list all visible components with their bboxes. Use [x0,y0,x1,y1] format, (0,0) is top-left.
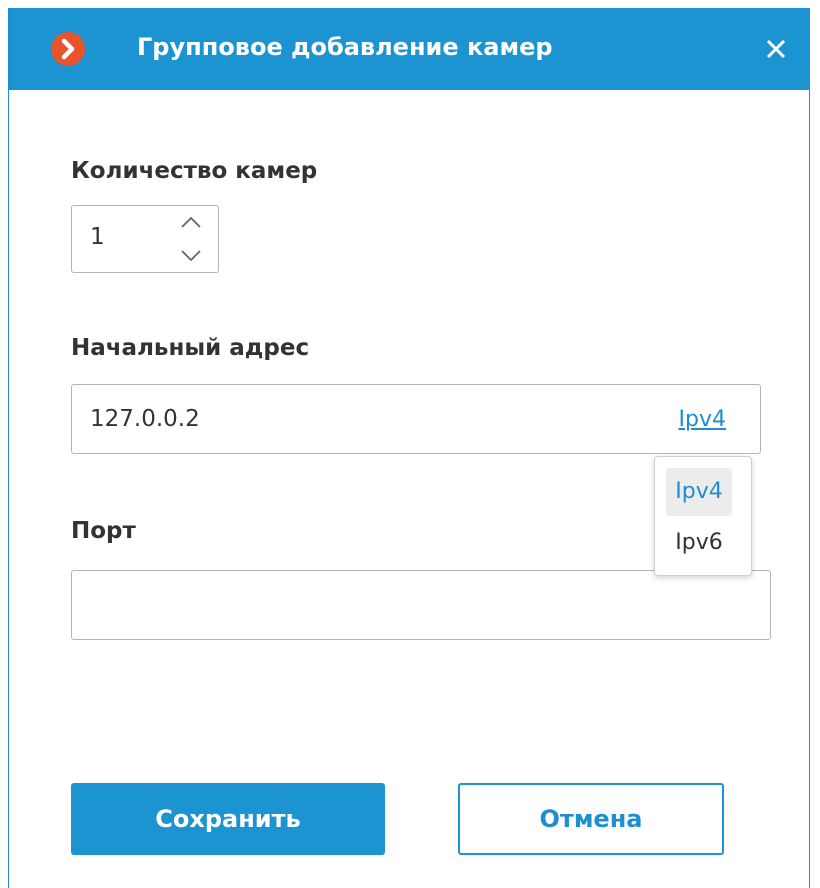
camera-count-label: Количество камер [71,158,318,184]
chevron-down-icon[interactable] [178,244,204,266]
close-icon[interactable] [761,34,791,64]
start-address-input[interactable]: 127.0.0.2 Ipv4 [71,384,761,454]
dialog-window: Групповое добавление камер Количество ка… [8,8,810,888]
dropdown-option-ipv6[interactable]: Ipv6 [666,519,732,567]
camera-count-stepper[interactable]: 1 [71,205,219,273]
save-button[interactable]: Сохранить [71,783,385,855]
cancel-button[interactable]: Отмена [458,783,724,855]
dialog-title: Групповое добавление камер [137,33,553,61]
start-address-value: 127.0.0.2 [90,406,200,432]
app-logo-icon [51,32,85,66]
port-input[interactable] [71,570,771,640]
port-label: Порт [71,518,136,544]
camera-count-value: 1 [90,224,105,250]
start-address-label: Начальный адрес [71,335,310,361]
title-bar: Групповое добавление камер [9,8,809,90]
ip-version-toggle[interactable]: Ipv4 [679,407,726,432]
dropdown-option-ipv4[interactable]: Ipv4 [666,468,732,516]
ip-version-dropdown: Ipv4 Ipv6 [654,456,752,576]
chevron-up-icon[interactable] [178,212,204,234]
